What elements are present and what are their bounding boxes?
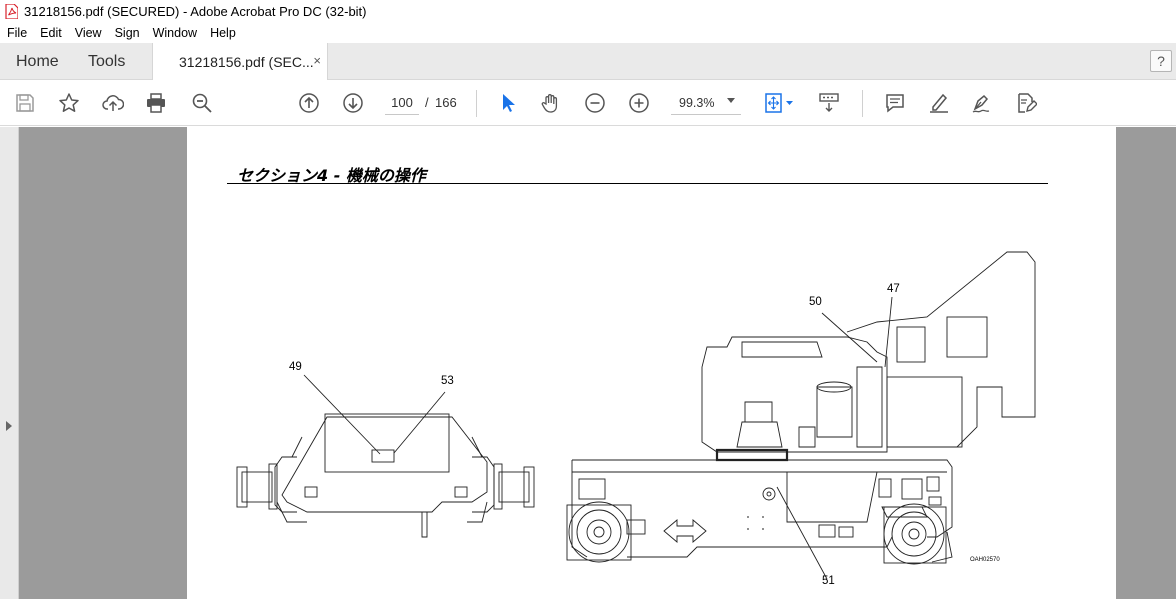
machine-line-drawing xyxy=(236,251,1036,580)
figure-id: OAH02570 xyxy=(970,557,1000,563)
toolbar-separator xyxy=(476,90,477,117)
menu-file[interactable]: File xyxy=(7,26,27,40)
callout-50: 50 xyxy=(809,296,822,308)
pdf-page: セクション4 - 機械の操作 49 53 50 47 51 OAH02570 xyxy=(187,127,1116,599)
acrobat-pdf-icon xyxy=(5,3,18,19)
tab-tools[interactable]: Tools xyxy=(88,43,125,80)
menu-view[interactable]: View xyxy=(75,26,102,40)
page-up-icon[interactable] xyxy=(297,91,321,115)
page-down-icon[interactable] xyxy=(341,91,365,115)
select-cursor-icon[interactable] xyxy=(496,91,520,115)
menu-bar: File Edit View Sign Window Help xyxy=(0,22,1176,43)
zoom-out-icon[interactable] xyxy=(583,91,607,115)
expand-arrow-icon xyxy=(6,421,12,431)
upload-cloud-icon[interactable] xyxy=(101,91,125,115)
page-separator: / xyxy=(425,95,429,110)
page-total: 166 xyxy=(435,95,457,110)
print-icon[interactable] xyxy=(144,91,168,115)
help-button[interactable]: ? xyxy=(1150,50,1172,72)
highlight-pen-icon[interactable] xyxy=(927,91,951,115)
scroll-mode-icon[interactable] xyxy=(817,91,841,115)
toolbar xyxy=(0,80,1176,126)
callout-47: 47 xyxy=(887,283,900,295)
edit-document-icon[interactable] xyxy=(1014,91,1038,115)
hand-tool-icon[interactable] xyxy=(539,91,563,115)
callout-49: 49 xyxy=(289,361,302,373)
zoom-in-icon[interactable] xyxy=(627,91,651,115)
zoom-dropdown[interactable]: 99.3% xyxy=(671,91,741,115)
page-number-input[interactable]: 100 xyxy=(385,91,419,115)
axle-drawing xyxy=(236,413,535,538)
tab-bar: Home Tools 31218156.pdf (SEC... × ? xyxy=(0,43,1176,81)
tab-document[interactable]: 31218156.pdf (SEC... × xyxy=(152,43,328,81)
left-panel-toggle[interactable] xyxy=(0,127,19,599)
menu-window[interactable]: Window xyxy=(153,26,197,40)
save-icon[interactable] xyxy=(13,91,37,115)
chevron-down-icon xyxy=(727,98,735,103)
callout-53: 53 xyxy=(441,375,454,387)
sign-pen-icon[interactable] xyxy=(970,91,994,115)
menu-sign[interactable]: Sign xyxy=(115,26,140,40)
title-bar: 31218156.pdf (SECURED) - Adobe Acrobat P… xyxy=(0,0,1176,22)
menu-edit[interactable]: Edit xyxy=(40,26,62,40)
fit-page-icon[interactable] xyxy=(762,91,796,115)
window-title: 31218156.pdf (SECURED) - Adobe Acrobat P… xyxy=(24,3,367,19)
tab-home[interactable]: Home xyxy=(16,43,59,80)
tab-close-icon[interactable]: × xyxy=(313,53,321,68)
callout-51: 51 xyxy=(822,575,835,587)
zoom-value: 99.3% xyxy=(679,95,715,110)
toolbar-separator xyxy=(862,90,863,117)
star-icon[interactable] xyxy=(57,91,81,115)
machine-side-drawing xyxy=(566,251,1036,565)
menu-help[interactable]: Help xyxy=(210,26,236,40)
tab-document-label: 31218156.pdf (SEC... xyxy=(179,54,314,70)
zoom-search-icon[interactable] xyxy=(190,91,214,115)
comment-icon[interactable] xyxy=(883,91,907,115)
